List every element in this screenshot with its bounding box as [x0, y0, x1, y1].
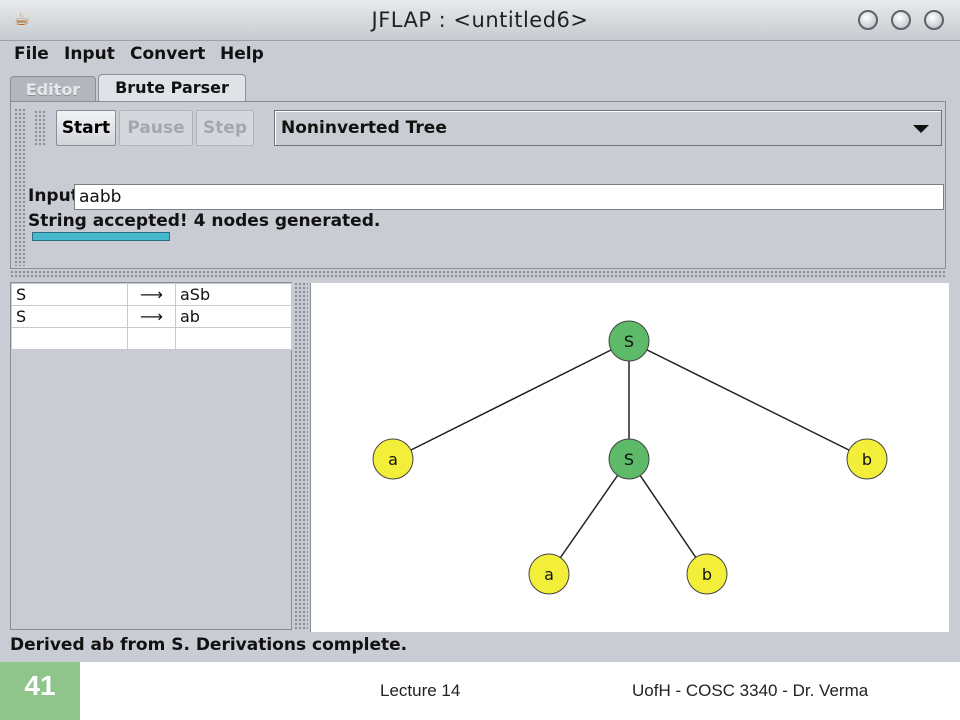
derivation-status-bar: Derived ab from S. Derivations complete.: [10, 635, 408, 655]
step-button[interactable]: Step: [196, 110, 254, 146]
rule-arrow-icon: ⟶: [127, 305, 176, 328]
horizontal-split-handle[interactable]: [10, 270, 946, 279]
tree-edge: [628, 340, 868, 460]
tree-node-root[interactable]: S: [608, 320, 650, 362]
rule-arrow-icon: ⟶: [127, 283, 176, 306]
input-label: Input: [28, 186, 79, 206]
parse-tree-pane: Sa Sb a b: [310, 283, 949, 632]
jflap-window: ☕ JFLAP : <untitled6> File Input Convert…: [0, 0, 960, 663]
input-field[interactable]: aabb: [74, 184, 944, 210]
slide-number: 41: [0, 662, 80, 720]
menu-bar: File Input Convert Help: [0, 41, 960, 69]
table-row[interactable]: S ⟶ ab: [11, 305, 292, 328]
tab-brute-parser[interactable]: Brute Parser: [98, 74, 246, 102]
tab-editor[interactable]: Editor: [10, 76, 96, 102]
window-title: JFLAP : <untitled6>: [371, 8, 589, 32]
toolbar-grip[interactable]: [34, 110, 46, 146]
footer-lecture: Lecture 14: [380, 681, 461, 700]
parse-tree: Sa Sb a b: [372, 320, 888, 595]
tree-node-label: a: [544, 565, 554, 584]
footer-course: UofH - COSC 3340 - Dr. Verma: [632, 681, 869, 700]
tree-node-a2[interactable]: a: [528, 553, 570, 595]
menu-help[interactable]: Help: [220, 44, 264, 64]
rule-rhs[interactable]: aSb: [175, 283, 292, 306]
tree-view-select[interactable]: Noninverted Tree: [274, 110, 942, 146]
minimize-button[interactable]: [858, 10, 878, 30]
tree-edge: [548, 458, 630, 575]
vertical-split-handle[interactable]: [294, 282, 308, 630]
rule-arrow-empty: [127, 327, 176, 350]
table-row[interactable]: S ⟶ aSb: [11, 283, 292, 306]
rule-rhs[interactable]: ab: [175, 305, 292, 328]
tree-node-label: b: [702, 565, 712, 584]
parse-status-text: String accepted! 4 nodes generated.: [28, 211, 381, 231]
menu-convert[interactable]: Convert: [130, 44, 205, 64]
tree-node-label: a: [388, 450, 398, 469]
rule-lhs[interactable]: S: [11, 283, 128, 306]
grammar-rules-pane: S ⟶ aSb S ⟶ ab: [10, 282, 292, 630]
maximize-button[interactable]: [891, 10, 911, 30]
menu-input[interactable]: Input: [64, 44, 115, 64]
tree-edge: [392, 340, 630, 460]
tree-node-label: b: [862, 450, 872, 469]
tree-node-b1[interactable]: b: [846, 438, 888, 480]
rule-rhs[interactable]: [175, 327, 292, 350]
chevron-down-icon[interactable]: [913, 125, 929, 133]
tree-node-label: S: [624, 450, 634, 469]
panel-grip-left[interactable]: [14, 108, 26, 266]
menu-file[interactable]: File: [14, 44, 49, 64]
tree-node-label: S: [624, 332, 634, 351]
tab-strip: Editor Brute Parser: [0, 70, 960, 102]
tree-node-s2[interactable]: S: [608, 438, 650, 480]
tree-node-b2[interactable]: b: [686, 553, 728, 595]
close-button[interactable]: [924, 10, 944, 30]
tree-node-a1[interactable]: a: [372, 438, 414, 480]
rule-lhs[interactable]: [11, 327, 128, 350]
pause-button[interactable]: Pause: [119, 110, 193, 146]
tree-view-select-value: Noninverted Tree: [281, 118, 447, 138]
parse-progress-bar: [32, 232, 170, 241]
grammar-table: S ⟶ aSb S ⟶ ab: [11, 283, 292, 350]
title-bar: ☕ JFLAP : <untitled6>: [0, 0, 960, 41]
tree-edge: [628, 458, 708, 575]
parse-progress-fill: [33, 233, 169, 240]
start-button[interactable]: Start: [56, 110, 116, 146]
rule-lhs[interactable]: S: [11, 305, 128, 328]
table-row[interactable]: [11, 327, 292, 350]
